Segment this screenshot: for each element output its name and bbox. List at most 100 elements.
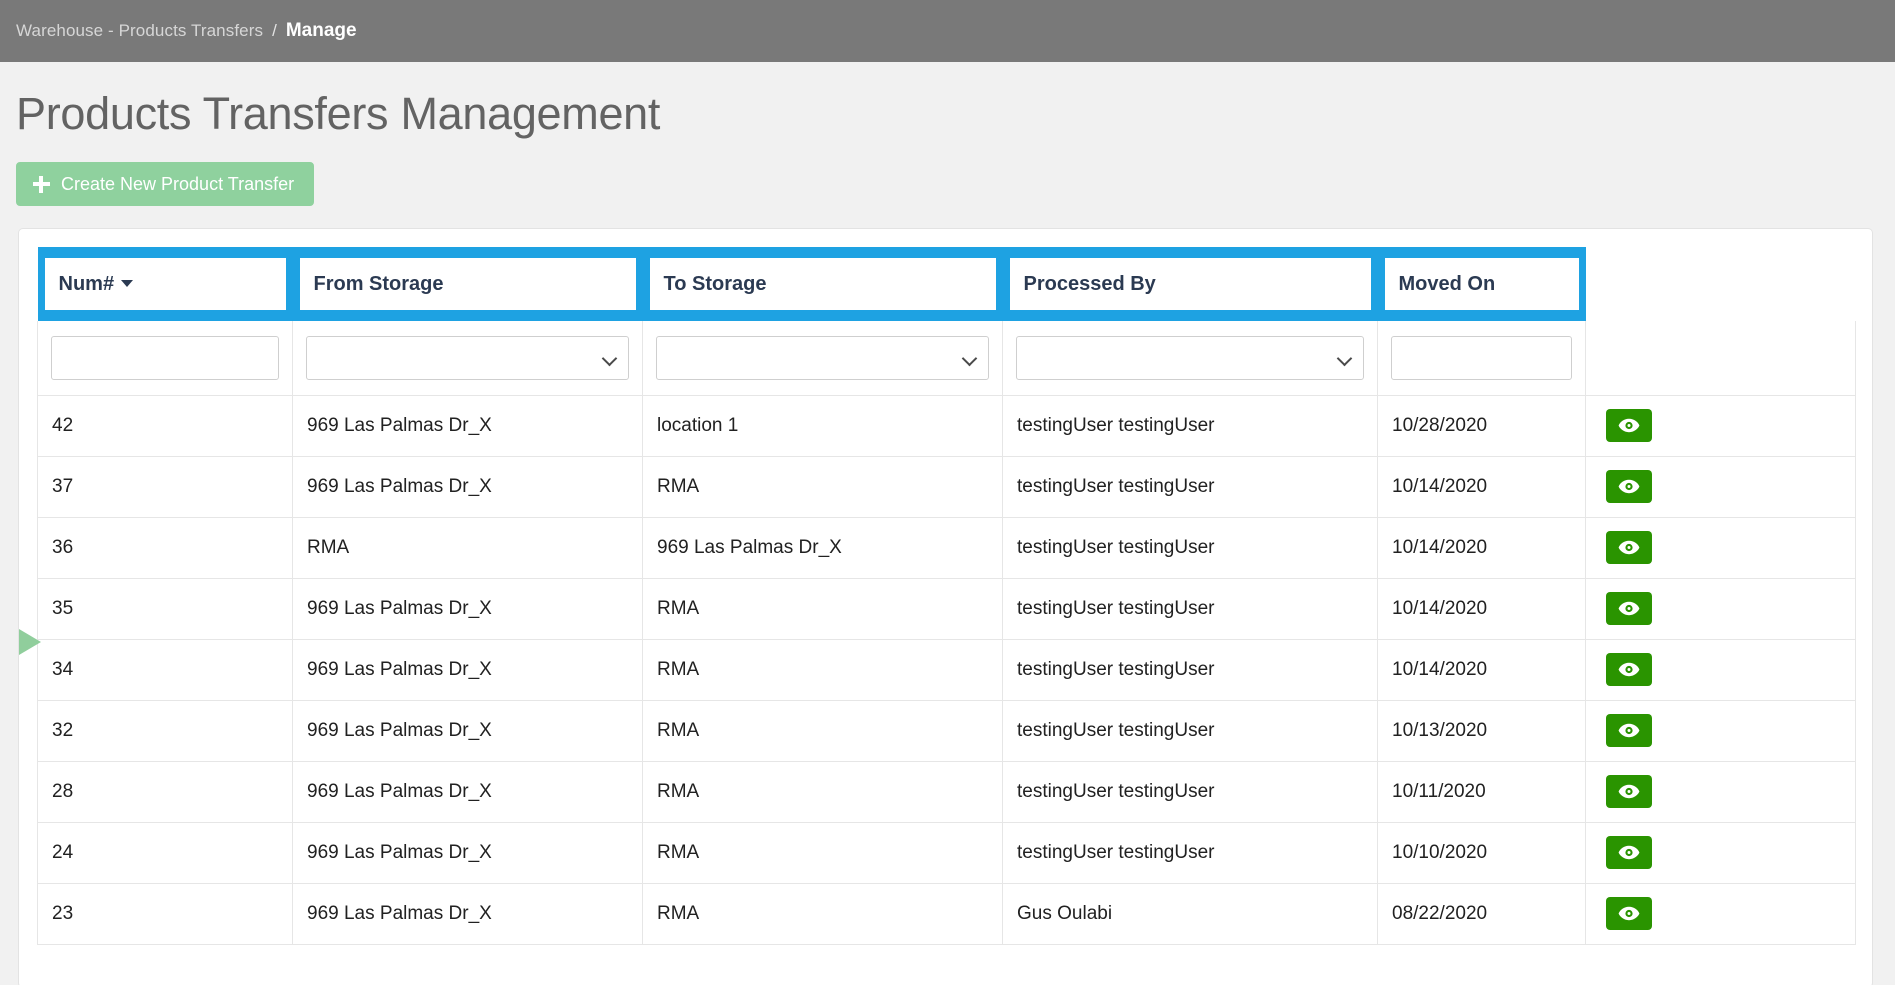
filter-cell-processed-by bbox=[1002, 321, 1378, 396]
cell-processed-by: testingUser testingUser bbox=[1002, 700, 1378, 762]
column-header-processed-by-label: Processed By bbox=[1023, 272, 1156, 295]
cell-actions bbox=[1585, 578, 1856, 640]
view-transfer-button[interactable] bbox=[1606, 653, 1652, 686]
filter-to-storage-select[interactable] bbox=[656, 335, 989, 380]
view-transfer-button[interactable] bbox=[1606, 409, 1652, 442]
table-row[interactable]: 23 969 Las Palmas Dr_X RMA Gus Oulabi 08/22/… bbox=[37, 883, 1856, 945]
page-body: Products Transfers Management Create New… bbox=[0, 62, 1895, 985]
cell-actions bbox=[1585, 822, 1856, 884]
view-icon bbox=[1618, 784, 1640, 799]
cell-actions bbox=[1585, 517, 1856, 579]
cell-to-storage: 969 Las Palmas Dr_X bbox=[642, 517, 1003, 579]
filter-cell-to-storage bbox=[642, 321, 1003, 396]
view-icon bbox=[1618, 479, 1640, 494]
cell-num: 36 bbox=[37, 517, 293, 579]
table-body: 42 969 Las Palmas Dr_X location 1 testingUs… bbox=[37, 395, 1856, 945]
view-icon bbox=[1618, 723, 1640, 738]
breadcrumb-bar: Warehouse - Products Transfers / Manage bbox=[0, 0, 1895, 62]
cell-moved-on: 10/14/2020 bbox=[1377, 578, 1586, 640]
cell-moved-on: 08/22/2020 bbox=[1377, 883, 1586, 945]
cell-to-storage: RMA bbox=[642, 761, 1003, 823]
column-header-from-storage-label: From Storage bbox=[313, 272, 444, 295]
filter-cell-from-storage bbox=[292, 321, 643, 396]
cell-to-storage: RMA bbox=[642, 700, 1003, 762]
cell-num: 37 bbox=[37, 456, 293, 518]
table-row[interactable]: 28 969 Las Palmas Dr_X RMA testingUser test… bbox=[37, 761, 1856, 823]
filter-cell-moved-on bbox=[1377, 321, 1586, 396]
cell-from-storage: 969 Las Palmas Dr_X bbox=[292, 395, 643, 457]
view-icon bbox=[1618, 662, 1640, 677]
cell-num: 42 bbox=[37, 395, 293, 457]
column-header-moved-on[interactable]: Moved On bbox=[1377, 247, 1586, 321]
cell-actions bbox=[1585, 395, 1856, 457]
cell-processed-by: testingUser testingUser bbox=[1002, 456, 1378, 518]
table-row[interactable]: 32 969 Las Palmas Dr_X RMA testingUser test… bbox=[37, 700, 1856, 762]
breadcrumb-parent-link[interactable]: Warehouse - Products Transfers bbox=[16, 21, 263, 41]
cell-actions bbox=[1585, 456, 1856, 518]
cell-actions bbox=[1585, 761, 1856, 823]
filter-from-storage-select[interactable] bbox=[306, 335, 629, 380]
cell-actions bbox=[1585, 639, 1856, 701]
cell-moved-on: 10/14/2020 bbox=[1377, 517, 1586, 579]
row-marker-arrow-icon bbox=[19, 629, 41, 655]
view-icon bbox=[1618, 845, 1640, 860]
cell-to-storage: RMA bbox=[642, 639, 1003, 701]
cell-num: 35 bbox=[37, 578, 293, 640]
table-row[interactable]: 34 969 Las Palmas Dr_X RMA testingUser test… bbox=[37, 639, 1856, 701]
column-header-to-storage[interactable]: To Storage bbox=[642, 247, 1003, 321]
cell-processed-by: testingUser testingUser bbox=[1002, 822, 1378, 884]
cell-moved-on: 10/11/2020 bbox=[1377, 761, 1586, 823]
cell-to-storage: RMA bbox=[642, 456, 1003, 518]
view-transfer-button[interactable] bbox=[1606, 775, 1652, 808]
create-button-container: Create New Product Transfer bbox=[0, 140, 1895, 206]
cell-moved-on: 10/14/2020 bbox=[1377, 456, 1586, 518]
table-row[interactable]: 35 969 Las Palmas Dr_X RMA testingUser test… bbox=[37, 578, 1856, 640]
filter-cell-num bbox=[37, 321, 293, 396]
column-header-from-storage[interactable]: From Storage bbox=[292, 247, 643, 321]
cell-to-storage: RMA bbox=[642, 578, 1003, 640]
caret-down-icon[interactable] bbox=[121, 279, 134, 287]
table-row[interactable]: 37 969 Las Palmas Dr_X RMA testingUser test… bbox=[37, 456, 1856, 518]
view-transfer-button[interactable] bbox=[1606, 592, 1652, 625]
column-header-actions bbox=[1585, 247, 1856, 321]
cell-num: 23 bbox=[37, 883, 293, 945]
table-row[interactable]: 36 RMA 969 Las Palmas Dr_X testingUser test… bbox=[37, 517, 1856, 579]
breadcrumb-current: Manage bbox=[285, 20, 357, 41]
view-transfer-button[interactable] bbox=[1606, 531, 1652, 564]
table-head: Num# From Storage To Storage Processed B… bbox=[37, 247, 1856, 396]
view-icon bbox=[1618, 418, 1640, 433]
cell-num: 28 bbox=[37, 761, 293, 823]
column-header-num[interactable]: Num# bbox=[37, 247, 293, 321]
filter-moved-on-input[interactable] bbox=[1391, 335, 1572, 380]
column-header-num-label: Num# bbox=[58, 272, 115, 295]
cell-from-storage: 969 Las Palmas Dr_X bbox=[292, 883, 643, 945]
column-header-processed-by[interactable]: Processed By bbox=[1002, 247, 1378, 321]
cell-processed-by: testingUser testingUser bbox=[1002, 761, 1378, 823]
cell-processed-by: testingUser testingUser bbox=[1002, 578, 1378, 640]
cell-to-storage: RMA bbox=[642, 822, 1003, 884]
cell-from-storage: 969 Las Palmas Dr_X bbox=[292, 822, 643, 884]
cell-processed-by: testingUser testingUser bbox=[1002, 395, 1378, 457]
plus-icon bbox=[33, 175, 50, 193]
cell-processed-by: Gus Oulabi bbox=[1002, 883, 1378, 945]
table-header-row: Num# From Storage To Storage Processed B… bbox=[37, 247, 1856, 321]
cell-from-storage: 969 Las Palmas Dr_X bbox=[292, 761, 643, 823]
table-row[interactable]: 24 969 Las Palmas Dr_X RMA testingUser test… bbox=[37, 822, 1856, 884]
cell-processed-by: testingUser testingUser bbox=[1002, 517, 1378, 579]
column-header-moved-on-label: Moved On bbox=[1398, 272, 1496, 295]
view-transfer-button[interactable] bbox=[1606, 836, 1652, 869]
filter-processed-by-select[interactable] bbox=[1016, 335, 1364, 380]
view-transfer-button[interactable] bbox=[1606, 897, 1652, 930]
cell-actions bbox=[1585, 700, 1856, 762]
table-row[interactable]: 42 969 Las Palmas Dr_X location 1 testingUs… bbox=[37, 395, 1856, 457]
view-transfer-button[interactable] bbox=[1606, 714, 1652, 747]
cell-from-storage: 969 Las Palmas Dr_X bbox=[292, 456, 643, 518]
cell-processed-by: testingUser testingUser bbox=[1002, 639, 1378, 701]
cell-num: 34 bbox=[37, 639, 293, 701]
create-new-product-transfer-button[interactable]: Create New Product Transfer bbox=[16, 162, 315, 206]
view-transfer-button[interactable] bbox=[1606, 470, 1652, 503]
page-title: Products Transfers Management bbox=[16, 88, 661, 139]
filter-num-input[interactable] bbox=[51, 335, 279, 380]
view-icon bbox=[1618, 601, 1640, 616]
filter-cell-actions bbox=[1585, 321, 1856, 396]
